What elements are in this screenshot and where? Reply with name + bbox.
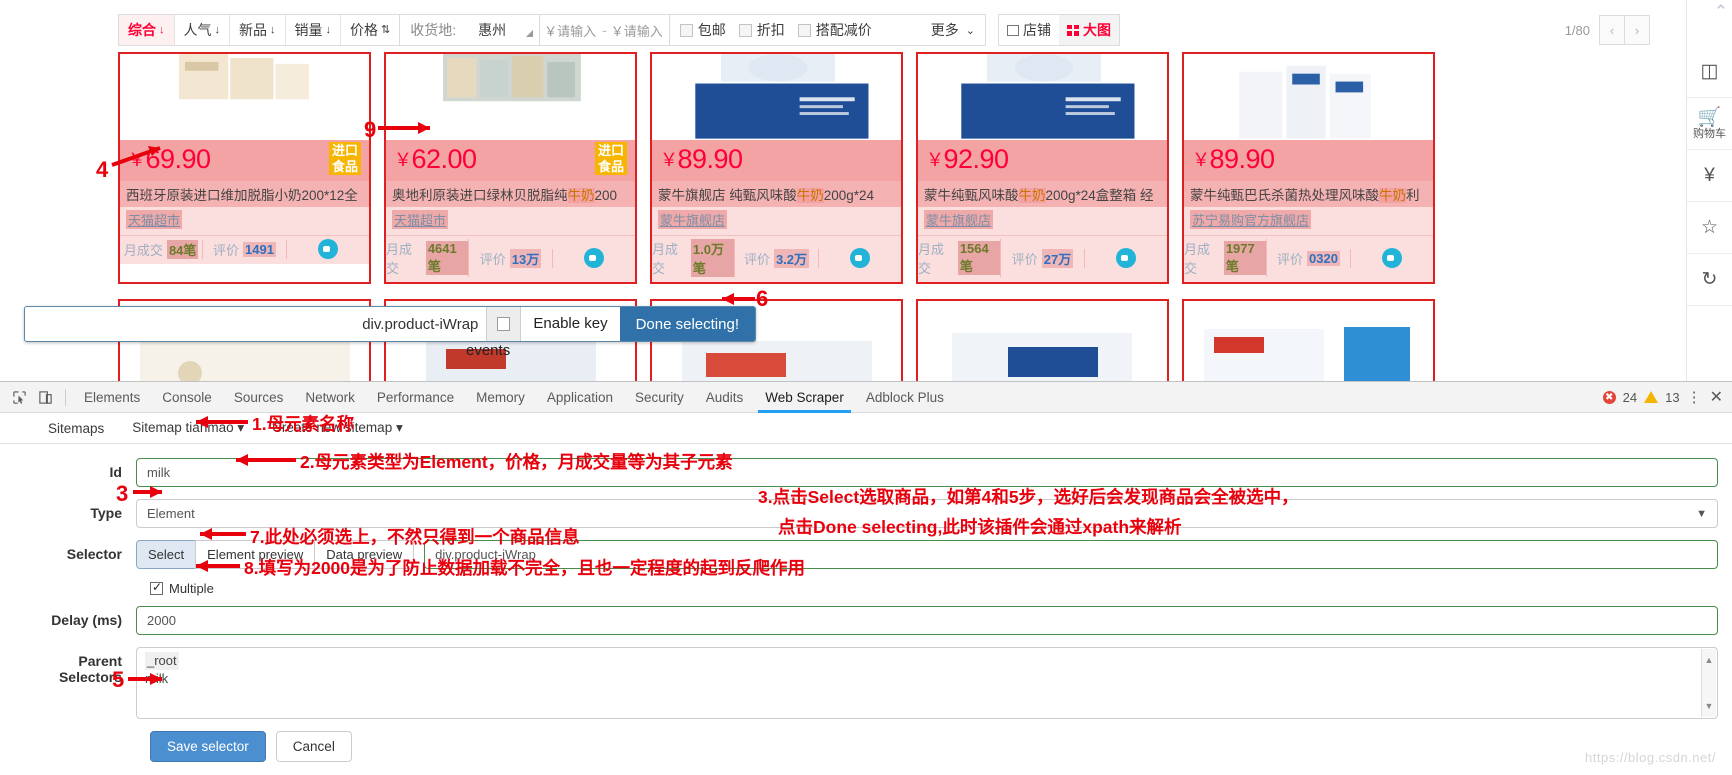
annotation-text-3: 3.点击Select选取商品，如第4和5步，选好后会发现商品会全被选中， [758,487,1299,507]
annotation-number-3: 3 [116,481,129,506]
annotation-text-8: 8.填写为2000是为了防止数据加载不完全，且也一定程度的起到反爬作用 [244,558,806,578]
annotation-number-4: 4 [96,157,109,182]
annotation-text-3b: 点击Done selecting,此时该插件会通过xpath来解析 [778,517,1182,537]
annotation-arrows [111,122,755,685]
annotation-text-7: 7.此处必须选上，不然只得到一个商品信息 [250,527,580,547]
annotation-number-9: 5 [112,667,125,692]
annotation-number-6: 6 [756,286,769,311]
annotation-text-1: 1.母元素名称 [252,414,355,434]
annotation-number-5: 9 [364,117,377,142]
annotation-text-2: 2.母元素类型为Element，价格，月成交量等为其子元素 [300,452,733,472]
